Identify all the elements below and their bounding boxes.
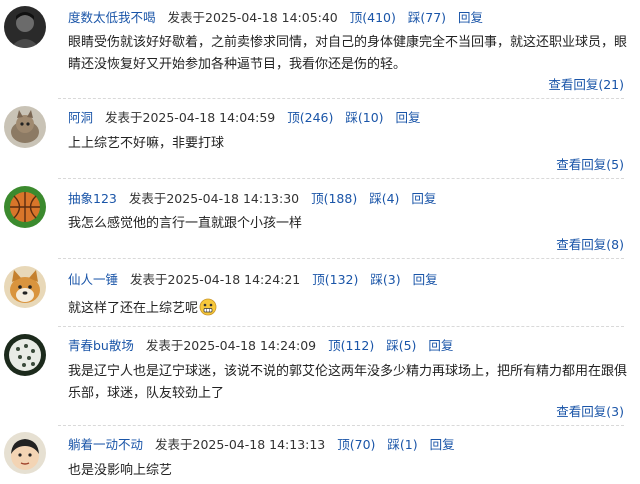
post-time: 发表于2025-04-18 14:24:21 bbox=[130, 272, 301, 287]
downvote-button[interactable]: 踩(77) bbox=[408, 10, 446, 25]
comment-meta: 阿洞 发表于2025-04-18 14:04:59 顶(246) 踩(10) 回… bbox=[68, 110, 421, 126]
downvote-button[interactable]: 踩(1) bbox=[387, 437, 417, 452]
post-time: 发表于2025-04-18 14:04:59 bbox=[105, 110, 276, 125]
avatar-dark-portrait-icon bbox=[4, 6, 46, 48]
username-link[interactable]: 度数太低我不喝 bbox=[68, 10, 156, 25]
user-avatar[interactable] bbox=[4, 186, 46, 228]
username-link[interactable]: 阿洞 bbox=[68, 110, 93, 125]
upvote-button[interactable]: 顶(246) bbox=[287, 110, 333, 125]
avatar-shiba-dog-icon bbox=[4, 266, 46, 308]
downvote-button[interactable]: 踩(3) bbox=[370, 272, 400, 287]
comment-text: 就这样了还在上综艺呢 bbox=[68, 298, 628, 320]
separator bbox=[58, 258, 624, 259]
comment-text: 上上综艺不好嘛，非要打球 bbox=[68, 136, 225, 151]
username-link[interactable]: 仙人一锤 bbox=[68, 272, 118, 287]
comment-meta: 青春bu散场 发表于2025-04-18 14:24:09 顶(112) 踩(5… bbox=[68, 338, 453, 354]
upvote-button[interactable]: 顶(188) bbox=[311, 191, 357, 206]
comment-meta: 抽象123 发表于2025-04-18 14:13:30 顶(188) 踩(4)… bbox=[68, 191, 436, 207]
reply-button[interactable]: 回复 bbox=[411, 191, 436, 206]
upvote-button[interactable]: 顶(132) bbox=[312, 272, 358, 287]
view-replies-link[interactable]: 查看回复(21) bbox=[548, 77, 624, 93]
user-avatar[interactable] bbox=[4, 106, 46, 148]
user-avatar[interactable] bbox=[4, 6, 46, 48]
comment-meta: 仙人一锤 发表于2025-04-18 14:24:21 顶(132) 踩(3) … bbox=[68, 272, 438, 288]
separator bbox=[58, 98, 624, 99]
avatar-cat-icon bbox=[4, 106, 46, 148]
separator bbox=[58, 425, 624, 426]
user-avatar[interactable] bbox=[4, 266, 46, 308]
separator bbox=[58, 326, 624, 327]
username-link[interactable]: 躺着一动不动 bbox=[68, 437, 143, 452]
username-link[interactable]: 抽象123 bbox=[68, 191, 117, 206]
grimace-emoji-icon bbox=[199, 298, 217, 316]
reply-button[interactable]: 回复 bbox=[396, 110, 421, 125]
downvote-button[interactable]: 踩(10) bbox=[345, 110, 383, 125]
upvote-button[interactable]: 顶(112) bbox=[328, 338, 374, 353]
comment-text: 我怎么感觉他的言行一直就跟个小孩一样 bbox=[68, 216, 303, 231]
post-time: 发表于2025-04-18 14:05:40 bbox=[167, 10, 338, 25]
reply-button[interactable]: 回复 bbox=[458, 10, 483, 25]
username-link[interactable]: 青春bu散场 bbox=[68, 338, 134, 353]
post-time: 发表于2025-04-18 14:24:09 bbox=[145, 338, 317, 353]
downvote-button[interactable]: 踩(5) bbox=[386, 338, 416, 353]
upvote-button[interactable]: 顶(410) bbox=[350, 10, 396, 25]
separator bbox=[58, 178, 624, 179]
post-time: 发表于2025-04-18 14:13:30 bbox=[128, 191, 300, 206]
view-replies-link[interactable]: 查看回复(8) bbox=[556, 237, 624, 253]
avatar-basketball-icon bbox=[4, 186, 46, 228]
comment-text: 我是辽宁人也是辽宁球迷，该说不说的郭艾伦这两年没多少精力再球场上，把所有精力都用… bbox=[68, 364, 628, 401]
reply-button[interactable]: 回复 bbox=[413, 272, 438, 287]
reply-button[interactable]: 回复 bbox=[428, 338, 453, 353]
upvote-button[interactable]: 顶(70) bbox=[337, 437, 375, 452]
downvote-button[interactable]: 踩(4) bbox=[369, 191, 399, 206]
comment-text: 眼睛受伤就该好好歇着，之前卖惨求同情，对自己的身体健康完全不当回事，就这还职业球… bbox=[68, 35, 628, 72]
user-avatar[interactable] bbox=[4, 432, 46, 474]
post-time: 发表于2025-04-18 14:13:13 bbox=[155, 437, 326, 452]
reply-button[interactable]: 回复 bbox=[430, 437, 455, 452]
comment-meta: 度数太低我不喝 发表于2025-04-18 14:05:40 顶(410) 踩(… bbox=[68, 10, 483, 26]
comment-text-content: 就这样了还在上综艺呢 bbox=[68, 301, 199, 316]
view-replies-link[interactable]: 查看回复(5) bbox=[556, 157, 624, 173]
comment-meta: 躺着一动不动 发表于2025-04-18 14:13:13 顶(70) 踩(1)… bbox=[68, 437, 455, 453]
comment-text: 也是没影响上综艺 bbox=[68, 463, 173, 478]
user-avatar[interactable] bbox=[4, 334, 46, 376]
avatar-dotted-ball-icon bbox=[4, 334, 46, 376]
avatar-cartoon-boy-icon bbox=[4, 432, 46, 474]
view-replies-link[interactable]: 查看回复(3) bbox=[556, 404, 624, 420]
